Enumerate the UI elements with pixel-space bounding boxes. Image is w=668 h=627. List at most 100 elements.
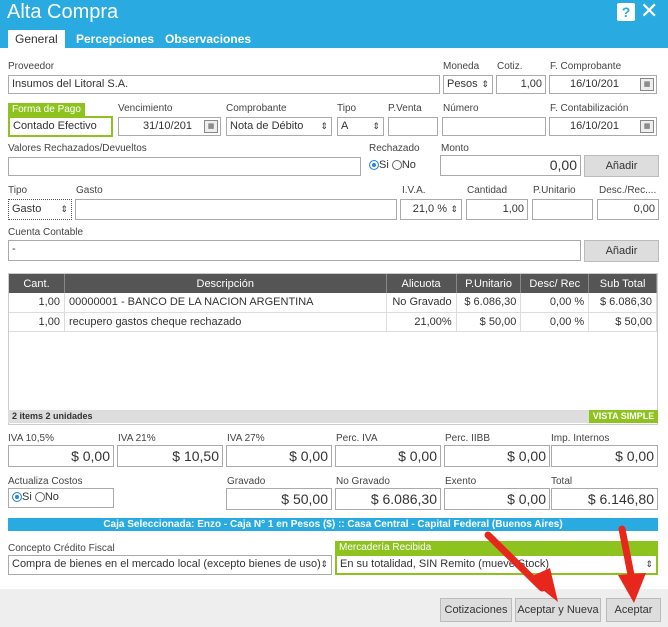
iva-select[interactable]: 21,0 % ⇕ <box>400 199 462 220</box>
iva21-label: IVA 21% <box>118 433 156 444</box>
proveedor-input[interactable]: Insumos del Litoral S.A. <box>8 75 440 94</box>
actualiza-si-radio[interactable] <box>12 492 22 503</box>
table-row[interactable]: 1,00 00000001 - BANCO DE LA NACION ARGEN… <box>9 293 657 313</box>
punitario-input[interactable] <box>532 199 593 220</box>
tipo-label: Tipo <box>337 103 357 114</box>
rechazado-no-label: No <box>401 159 416 171</box>
tab-percepciones[interactable]: Percepciones <box>69 30 161 48</box>
window-title: Alta Compra <box>7 1 119 23</box>
vencimiento-input[interactable]: 31/10/201 ▦ <box>118 117 221 136</box>
iva21-value: $ 10,50 <box>117 445 223 467</box>
numero-input[interactable] <box>442 117 546 136</box>
close-icon[interactable]: ✕ <box>640 0 658 22</box>
table-header-row: Cant. Descripción Alicuota P.Unitario De… <box>9 274 657 293</box>
perc-iibb-label: Perc. IIBB <box>445 433 491 444</box>
moneda-label: Moneda <box>443 61 480 72</box>
cell-cant: 1,00 <box>9 293 65 313</box>
tipo-value: A <box>341 120 349 132</box>
col-alicuota[interactable]: Alicuota <box>386 274 457 293</box>
pventa-input[interactable] <box>388 117 438 136</box>
monto-label: Monto <box>441 143 469 154</box>
concepto-credito-select[interactable]: Compra de bienes en el mercado local (ex… <box>8 555 332 575</box>
cantidad-label: Cantidad <box>467 185 508 196</box>
tipo-select[interactable]: A ⇕ <box>337 117 384 136</box>
perc-iibb-value: $ 0,00 <box>444 445 550 467</box>
col-subtotal[interactable]: Sub Total <box>588 274 657 293</box>
col-descripcion[interactable]: Descripción <box>64 274 387 293</box>
desc-rec-label: Desc./Rec.... <box>599 185 657 196</box>
imp-internos-value: $ 0,00 <box>551 445 658 467</box>
forma-pago-label: Forma de Pago <box>8 103 85 116</box>
pventa-label: P.Venta <box>388 103 422 114</box>
rechazado-si-radio[interactable] <box>369 160 379 171</box>
f-contabilizacion-value: 16/10/201 <box>570 120 619 132</box>
gravado-label: Gravado <box>227 476 266 487</box>
total-label: Total <box>551 476 573 487</box>
forma-pago-select[interactable]: Contado Efectivo <box>8 116 113 137</box>
cell-desc-rec: 0,00 % <box>520 293 590 313</box>
calendar-icon[interactable]: ▦ <box>640 120 654 133</box>
comprobante-label: Comprobante <box>226 103 287 114</box>
cuenta-contable-input[interactable]: - <box>8 240 581 261</box>
exento-label: Exento <box>445 476 477 487</box>
rechazado-no-radio[interactable] <box>391 160 402 171</box>
cantidad-input[interactable]: 1,00 <box>466 199 528 220</box>
rechazado-radio-group: Si No <box>369 159 416 171</box>
anadir-cuenta-button[interactable]: Añadir <box>584 240 659 262</box>
monto-input[interactable]: 0,00 <box>440 155 581 176</box>
col-desc-rec[interactable]: Desc/ Rec <box>520 274 590 293</box>
cotiz-input[interactable]: 1,00 <box>496 75 546 94</box>
items-table-container: Cant. Descripción Alicuota P.Unitario De… <box>8 273 658 425</box>
col-punitario[interactable]: P.Unitario <box>456 274 522 293</box>
chevron-icon: ⇕ <box>320 559 328 569</box>
cell-cant: 1,00 <box>9 312 65 332</box>
items-summary: 2 items 2 unidades <box>8 410 658 423</box>
cell-alicuota: 21,00% <box>386 312 457 332</box>
calendar-icon[interactable]: ▦ <box>204 120 218 133</box>
help-icon[interactable]: ? <box>617 3 635 21</box>
cuenta-contable-label: Cuenta Contable <box>8 227 84 238</box>
chevron-icon: ⇕ <box>60 204 68 214</box>
f-comprobante-input[interactable]: 16/10/201 ▦ <box>549 75 657 94</box>
tab-observaciones[interactable]: Observaciones <box>158 30 258 48</box>
table-row[interactable]: 1,00 recupero gastos cheque rechazado 21… <box>9 312 657 332</box>
cell-descripcion: 00000001 - BANCO DE LA NACION ARGENTINA <box>64 293 387 313</box>
gravado-value: $ 50,00 <box>226 488 332 510</box>
gasto-tipo-value: Gasto <box>12 203 42 215</box>
anadir-valor-button[interactable]: Añadir <box>584 155 659 177</box>
exento-value: $ 0,00 <box>444 488 550 510</box>
calendar-icon[interactable]: ▦ <box>640 78 654 91</box>
valores-rechazados-label: Valores Rechazados/Devueltos <box>8 143 147 154</box>
no-gravado-label: No Gravado <box>336 476 390 487</box>
gasto-input[interactable] <box>75 199 397 220</box>
cell-punitario: $ 50,00 <box>456 312 522 332</box>
chevron-icon: ⇕ <box>450 204 458 214</box>
imp-internos-label: Imp. Internos <box>551 433 610 444</box>
chevron-icon: ⇕ <box>481 79 489 89</box>
f-contabilizacion-input[interactable]: 16/10/201 ▦ <box>549 117 657 136</box>
red-arrow-annotation <box>618 525 646 603</box>
gasto-tipo-select[interactable]: Gasto ⇕ <box>8 199 72 220</box>
f-contabilizacion-label: F. Contabilización <box>550 103 629 114</box>
iva27-value: $ 0,00 <box>226 445 332 467</box>
actualiza-no-label: No <box>44 491 59 503</box>
comprobante-select[interactable]: Nota de Débito ⇕ <box>226 117 332 136</box>
proveedor-label: Proveedor <box>8 61 55 72</box>
rechazado-label: Rechazado <box>369 143 420 154</box>
iva27-label: IVA 27% <box>227 433 265 444</box>
iva-value: 21,0 % <box>412 203 447 215</box>
f-comprobante-value: 16/10/201 <box>570 78 619 90</box>
desc-rec-input[interactable]: 0,00 <box>597 199 659 220</box>
cotiz-label: Cotiz. <box>497 61 523 72</box>
vista-simple-button[interactable]: VISTA SIMPLE <box>589 410 658 423</box>
actualiza-costos-group: Si No <box>8 488 114 508</box>
moneda-select[interactable]: Pesos ⇕ <box>443 75 493 94</box>
tab-general[interactable]: General <box>8 30 65 48</box>
col-cant[interactable]: Cant. <box>9 274 65 293</box>
actualiza-no-radio[interactable] <box>34 492 45 503</box>
vencimiento-label: Vencimiento <box>118 103 173 114</box>
iva105-value: $ 0,00 <box>8 445 114 467</box>
perc-iva-value: $ 0,00 <box>335 445 441 467</box>
forma-pago-value: Contado Efectivo <box>13 120 97 132</box>
valores-rechazados-input[interactable] <box>8 157 361 176</box>
